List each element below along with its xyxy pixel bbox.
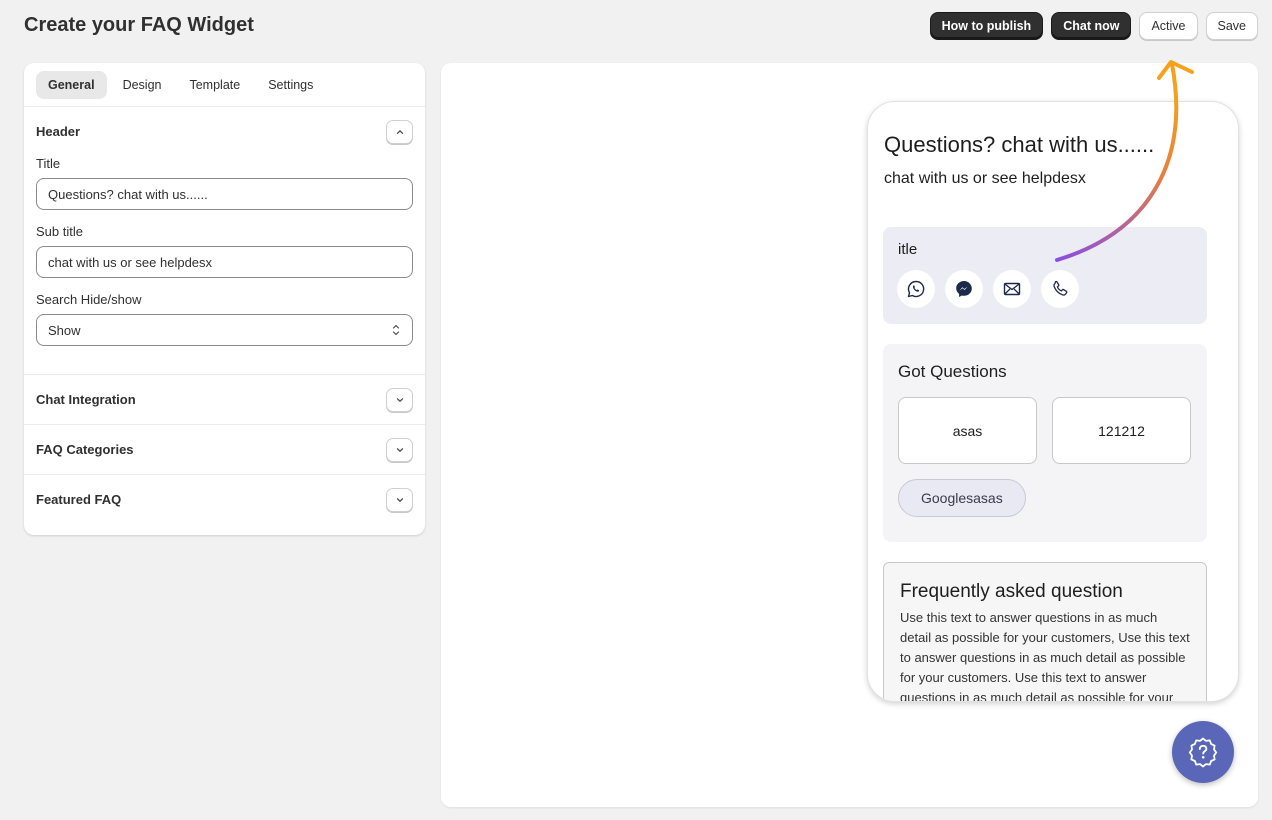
tab-design[interactable]: Design bbox=[111, 71, 174, 99]
header-section: Header Title Questions? chat with us....… bbox=[24, 107, 425, 375]
category-chip[interactable]: asas bbox=[898, 397, 1037, 464]
question-badge-icon bbox=[1188, 737, 1218, 768]
chevron-up-icon bbox=[396, 129, 403, 134]
messenger-icon bbox=[956, 281, 972, 297]
mail-icon bbox=[1003, 282, 1021, 296]
title-input[interactable]: Questions? chat with us...... bbox=[36, 178, 413, 210]
phone-icon bbox=[1053, 280, 1068, 296]
tab-template[interactable]: Template bbox=[177, 71, 252, 99]
contact-card: itle bbox=[883, 227, 1207, 324]
active-button[interactable]: Active bbox=[1139, 12, 1198, 40]
chevron-down-icon bbox=[396, 497, 403, 502]
collapse-header-button[interactable] bbox=[386, 119, 413, 144]
expand-featured-faq-button[interactable] bbox=[386, 487, 413, 512]
faq-categories-title: FAQ Categories bbox=[36, 442, 134, 457]
search-visibility-label: Search Hide/show bbox=[36, 292, 142, 307]
widget-preview: Questions? chat with us...... chat with … bbox=[867, 101, 1239, 702]
faq-title: Frequently asked question bbox=[900, 581, 1123, 602]
messenger-button[interactable] bbox=[945, 270, 983, 308]
page-title: Create your FAQ Widget bbox=[24, 14, 254, 36]
chat-integration-section[interactable]: Chat Integration bbox=[24, 375, 425, 425]
expand-chat-integration-button[interactable] bbox=[386, 387, 413, 412]
how-to-publish-button[interactable]: How to publish bbox=[929, 12, 1044, 40]
chat-now-button[interactable]: Chat now bbox=[1051, 12, 1132, 40]
chevron-down-icon bbox=[396, 447, 403, 452]
category-chip[interactable]: 121212 bbox=[1052, 397, 1191, 464]
phone-button[interactable] bbox=[1041, 270, 1079, 308]
widget-title: Questions? chat with us...... bbox=[884, 132, 1155, 157]
search-visibility-select[interactable]: Show bbox=[36, 314, 413, 346]
faq-categories-section[interactable]: FAQ Categories bbox=[24, 425, 425, 475]
faq-card[interactable]: Frequently asked question Use this text … bbox=[883, 562, 1207, 702]
subtitle-label: Sub title bbox=[36, 224, 83, 239]
save-button[interactable]: Save bbox=[1205, 12, 1258, 40]
subtitle-input[interactable]: chat with us or see helpdesx bbox=[36, 246, 413, 278]
expand-faq-categories-button[interactable] bbox=[386, 437, 413, 462]
subtitle-input-value: chat with us or see helpdesx bbox=[48, 254, 213, 270]
settings-tabs: General Design Template Settings bbox=[24, 63, 425, 107]
whatsapp-icon bbox=[907, 280, 925, 298]
tab-general[interactable]: General bbox=[36, 71, 107, 99]
settings-panel: General Design Template Settings Header … bbox=[24, 63, 425, 535]
widget-subtitle: chat with us or see helpdesx bbox=[884, 170, 1086, 187]
whatsapp-button[interactable] bbox=[897, 270, 935, 308]
featured-faq-section[interactable]: Featured FAQ bbox=[24, 475, 425, 524]
title-input-value: Questions? chat with us...... bbox=[48, 186, 208, 202]
got-questions-card: Got Questions asas 121212 Googlesasas bbox=[883, 344, 1207, 542]
email-button[interactable] bbox=[993, 270, 1031, 308]
search-visibility-value: Show bbox=[48, 322, 81, 338]
top-bar: Create your FAQ Widget How to publish Ch… bbox=[24, 12, 1258, 40]
faq-body: Use this text to answer questions in as … bbox=[900, 610, 1190, 702]
action-buttons: How to publish Chat now Active Save bbox=[929, 12, 1258, 40]
header-section-head[interactable]: Header bbox=[24, 107, 425, 156]
chevron-down-icon bbox=[396, 397, 403, 402]
select-arrows-icon bbox=[392, 324, 400, 336]
contact-label: itle bbox=[898, 241, 918, 258]
header-section-title: Header bbox=[36, 124, 81, 139]
tab-settings[interactable]: Settings bbox=[256, 71, 325, 99]
title-label: Title bbox=[36, 156, 61, 171]
chat-integration-title: Chat Integration bbox=[36, 392, 136, 407]
help-launcher-button[interactable] bbox=[1172, 721, 1234, 783]
category-pill[interactable]: Googlesasas bbox=[898, 479, 1026, 517]
got-questions-title: Got Questions bbox=[898, 362, 1007, 381]
featured-faq-title: Featured FAQ bbox=[36, 492, 122, 507]
